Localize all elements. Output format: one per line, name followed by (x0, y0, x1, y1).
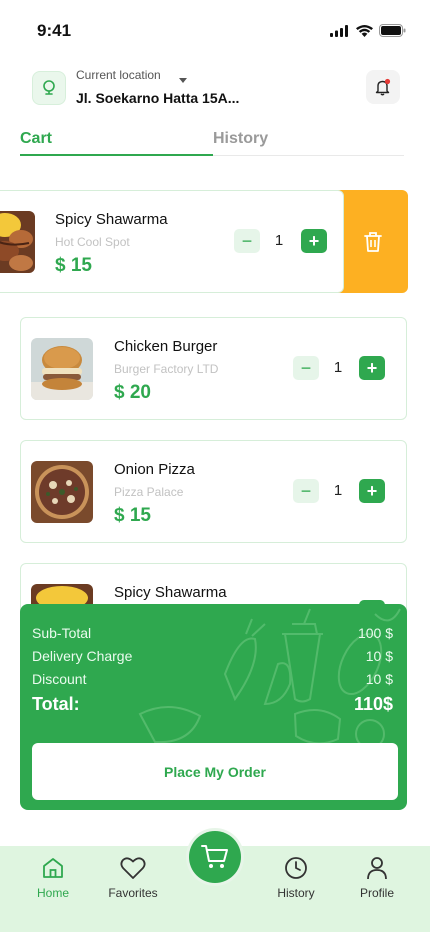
minus-icon: − (300, 480, 312, 501)
notification-button[interactable] (366, 70, 400, 104)
heart-icon (120, 857, 146, 879)
order-summary-panel: Sub-Total 100 $ Delivery Charge 10 $ Dis… (20, 604, 407, 810)
nav-profile-label: Profile (359, 886, 394, 900)
delivery-row: Delivery Charge 10 $ (32, 648, 393, 664)
chevron-down-icon[interactable] (179, 71, 187, 89)
tab-cart[interactable]: Cart (20, 130, 52, 148)
item-name: Spicy Shawarma (55, 211, 168, 228)
nav-history-label: History (277, 886, 315, 900)
item-quantity: 1 (274, 232, 284, 249)
pizza-image (31, 461, 93, 523)
cart-button[interactable] (189, 831, 241, 883)
user-icon (367, 857, 387, 880)
cart-item-card[interactable]: Chicken Burger Burger Factory LTD $ 20 −… (20, 317, 407, 420)
increase-quantity-button[interactable]: + (359, 356, 385, 380)
cart-history-tabs: Cart History (20, 128, 404, 156)
item-shop: Burger Factory LTD (114, 362, 219, 376)
item-name: Spicy Shawarma (114, 584, 227, 601)
location-label: Current location (76, 68, 161, 82)
nav-profile[interactable]: Profile (342, 856, 412, 900)
status-icons (330, 24, 406, 37)
discount-value: 10 $ (365, 671, 393, 687)
battery-icon (379, 24, 406, 37)
item-name: Chicken Burger (114, 338, 218, 355)
discount-label: Discount (32, 671, 87, 687)
burger-image (31, 338, 93, 400)
delete-item-button[interactable] (338, 190, 408, 293)
delivery-label: Delivery Charge (32, 648, 133, 664)
status-time: 9:41 (37, 21, 72, 40)
item-quantity: 1 (333, 359, 343, 376)
cart-item-card[interactable]: Onion Pizza Pizza Palace $ 15 − 1 + (20, 440, 407, 543)
nav-favorites[interactable]: Favorites (98, 856, 168, 900)
location-value[interactable]: Jl. Soekarno Hatta 15A... (76, 90, 239, 106)
decrease-quantity-button[interactable]: − (234, 229, 260, 253)
decrease-quantity-button[interactable]: − (293, 356, 319, 380)
total-value: 110$ (353, 694, 393, 714)
place-order-button[interactable]: Place My Order (32, 743, 398, 800)
nav-home[interactable]: Home (18, 856, 88, 900)
subtotal-row: Sub-Total 100 $ (32, 625, 393, 641)
increase-quantity-button[interactable]: + (301, 229, 327, 253)
location-header: Current location Jl. Soekarno Hatta 15A.… (32, 66, 400, 110)
decrease-quantity-button[interactable]: − (293, 479, 319, 503)
wifi-icon (356, 24, 373, 37)
item-price: $ 15 (55, 255, 92, 276)
bell-icon (375, 78, 391, 96)
signal-icon (330, 24, 348, 37)
tab-history[interactable]: History (213, 130, 268, 148)
plus-icon: + (366, 480, 378, 501)
nav-home-label: Home (36, 886, 69, 900)
minus-icon: − (241, 230, 253, 251)
plus-icon: + (366, 357, 378, 378)
minus-icon: − (300, 357, 312, 378)
location-pin-icon (32, 71, 66, 105)
shawarma-image (0, 211, 35, 273)
trash-icon (364, 231, 382, 252)
discount-row: Discount 10 $ (32, 671, 393, 687)
item-price: $ 15 (114, 505, 151, 526)
nav-favorites-label: Favorites (108, 886, 158, 900)
increase-quantity-button[interactable]: + (359, 479, 385, 503)
plus-icon: + (308, 230, 320, 251)
item-shop: Pizza Palace (114, 485, 184, 499)
status-bar: 9:41 (0, 0, 430, 60)
subtotal-label: Sub-Total (32, 625, 92, 641)
active-tab-indicator (20, 154, 213, 156)
nav-history[interactable]: History (261, 856, 331, 900)
cart-item-card[interactable]: Spicy Shawarma Hot Cool Spot $ 15 − 1 + (0, 190, 344, 293)
home-icon (43, 858, 63, 878)
delivery-value: 10 $ (365, 648, 393, 664)
item-name: Onion Pizza (114, 461, 195, 478)
item-quantity: 1 (333, 482, 343, 499)
clock-icon (285, 857, 307, 879)
subtotal-value: 100 $ (357, 625, 393, 641)
total-row: Total: 110$ (32, 694, 393, 715)
item-price: $ 20 (114, 382, 151, 403)
item-shop: Hot Cool Spot (55, 235, 130, 249)
cart-icon (201, 845, 228, 868)
total-label: Total: (32, 694, 80, 714)
